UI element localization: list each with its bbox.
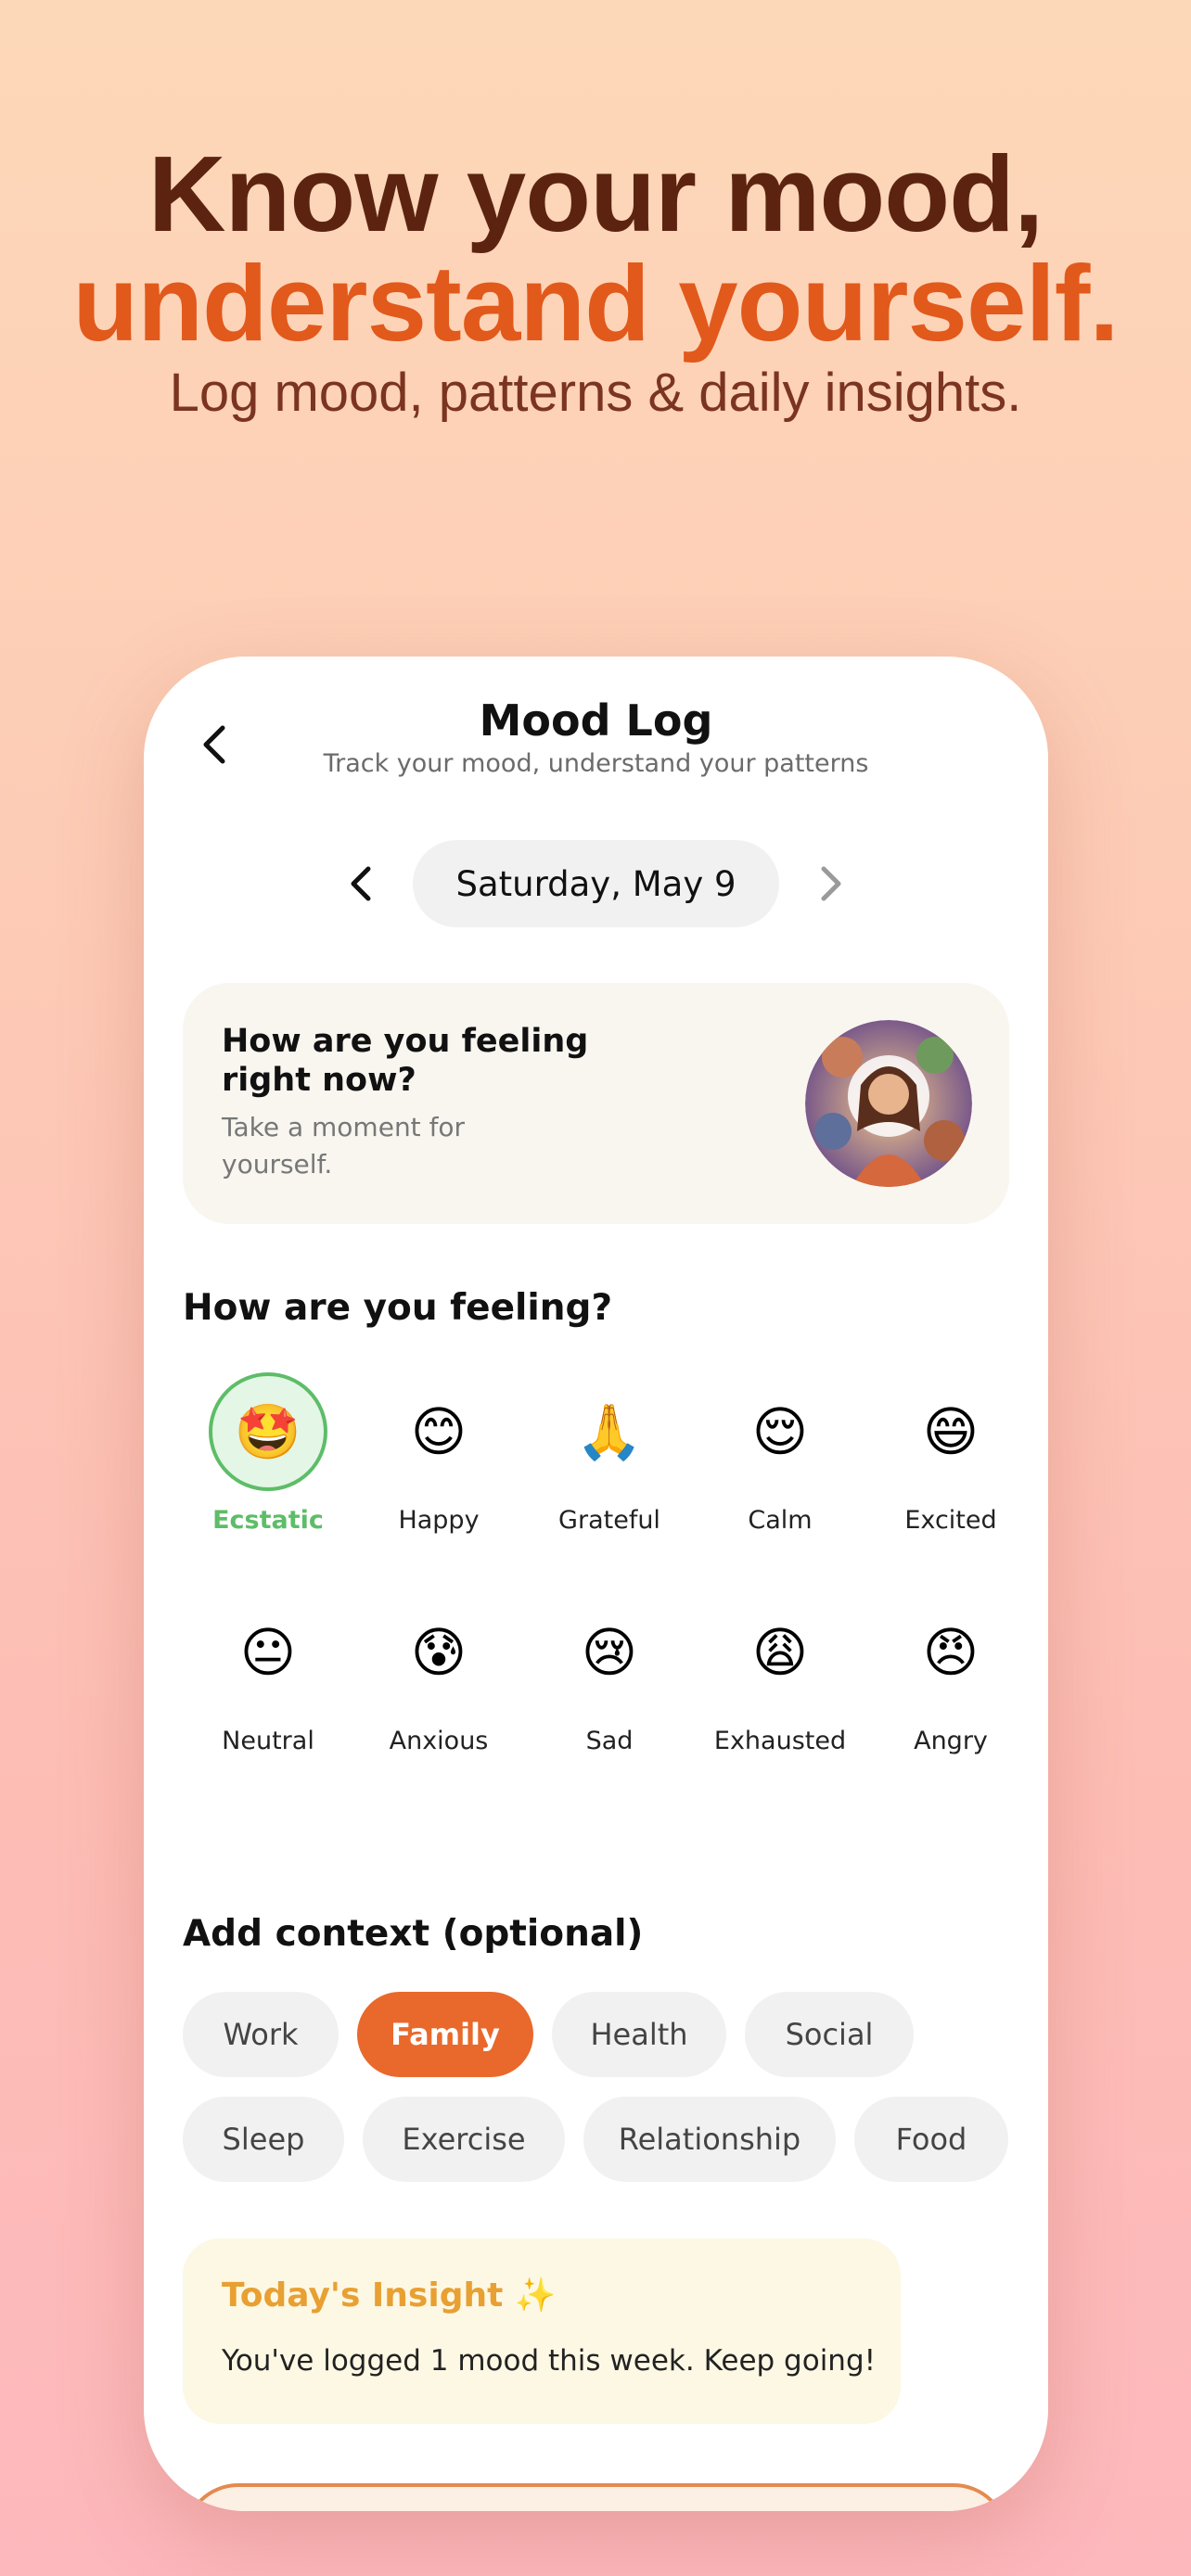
- hero: Know your mood, understand yourself. Log…: [0, 139, 1191, 425]
- context-heading: Add context (optional): [183, 1913, 644, 1955]
- feeling-prompt-card: How are you feeling right now? Take a mo…: [183, 983, 1009, 1224]
- mood-label: Happy: [398, 1506, 480, 1535]
- grinning-face-icon: 😄: [922, 1400, 980, 1463]
- phone-screen: Mood Log Track your mood, understand you…: [144, 657, 1048, 2511]
- mood-option-calm[interactable]: 😌 Calm: [695, 1372, 865, 1558]
- context-chip-relationship[interactable]: Relationship: [583, 2097, 836, 2182]
- mood-label: Neutral: [222, 1727, 314, 1755]
- insight-text: You've logged 1 mood this week. Keep goi…: [222, 2344, 877, 2378]
- feeling-prompt-subtitle: Take a moment for yourself.: [222, 1112, 466, 1180]
- page-subtitle: Track your mood, understand your pattern…: [323, 749, 869, 778]
- context-chip-family[interactable]: Family: [357, 1992, 533, 2077]
- anxious-face-icon: 😰: [410, 1621, 467, 1684]
- hero-headline-line1: Know your mood,: [147, 134, 1044, 254]
- context-chip-work[interactable]: Work: [183, 1992, 339, 2077]
- context-chip-social[interactable]: Social: [745, 1992, 914, 2077]
- hero-subtitle: Log mood, patterns & daily insights.: [169, 363, 1022, 423]
- star-struck-icon: 🤩: [209, 1372, 327, 1491]
- chevron-right-icon: [821, 866, 841, 901]
- chevron-left-icon: [351, 866, 371, 901]
- mood-illustration-avatar: [805, 1020, 972, 1187]
- context-chip-health[interactable]: Health: [552, 1992, 726, 2077]
- folded-hands-icon: 🙏: [575, 1399, 644, 1463]
- mood-option-angry[interactable]: 😠 Angry: [865, 1593, 1036, 1779]
- context-chip-sleep[interactable]: Sleep: [183, 2097, 344, 2182]
- mood-option-neutral[interactable]: 😐 Neutral: [183, 1593, 353, 1779]
- angry-face-icon: 😠: [922, 1621, 980, 1684]
- mood-option-ecstatic[interactable]: 🤩 Ecstatic: [183, 1372, 353, 1558]
- context-chip-food[interactable]: Food: [854, 2097, 1008, 2182]
- insight-title: Today's Insight ✨: [222, 2276, 557, 2315]
- mood-label: Sad: [585, 1727, 634, 1755]
- smiling-face-icon: 😊: [410, 1400, 467, 1463]
- daily-insight-card: Today's Insight ✨ You've logged 1 mood t…: [183, 2238, 901, 2424]
- date-navigator: Saturday, May 9: [144, 840, 1048, 927]
- mood-label: Anxious: [389, 1727, 489, 1755]
- mood-option-grateful[interactable]: 🙏 Grateful: [524, 1372, 695, 1558]
- feeling-prompt-title: How are you feeling right now?: [222, 1023, 589, 1099]
- mood-label: Grateful: [558, 1506, 660, 1535]
- mood-option-excited[interactable]: 😄 Excited: [865, 1372, 1036, 1558]
- previous-day-button[interactable]: [329, 851, 394, 916]
- moods-heading: How are you feeling?: [183, 1287, 613, 1329]
- mood-option-sad[interactable]: 😢 Sad: [524, 1593, 695, 1779]
- relieved-face-icon: 😌: [751, 1400, 809, 1463]
- mood-option-happy[interactable]: 😊 Happy: [353, 1372, 524, 1558]
- date-selector[interactable]: Saturday, May 9: [413, 840, 779, 927]
- mood-label: Exhausted: [713, 1727, 847, 1755]
- mood-option-exhausted[interactable]: 😩 Exhausted: [695, 1593, 865, 1779]
- neutral-face-icon: 😐: [239, 1621, 297, 1684]
- next-day-button[interactable]: [798, 851, 863, 916]
- mood-option-anxious[interactable]: 😰 Anxious: [353, 1593, 524, 1779]
- page-title: Mood Log: [479, 695, 713, 746]
- hero-headline-line2: understand yourself.: [72, 243, 1119, 363]
- save-mood-button[interactable]: [183, 2483, 1009, 2511]
- mood-label: Ecstatic: [212, 1506, 324, 1535]
- context-chip-exercise[interactable]: Exercise: [363, 2097, 565, 2182]
- weary-face-icon: 😩: [751, 1621, 809, 1684]
- mood-label: Calm: [748, 1506, 813, 1535]
- mood-label: Excited: [904, 1506, 997, 1535]
- mood-label: Angry: [914, 1727, 988, 1755]
- crying-face-icon: 😢: [581, 1621, 638, 1684]
